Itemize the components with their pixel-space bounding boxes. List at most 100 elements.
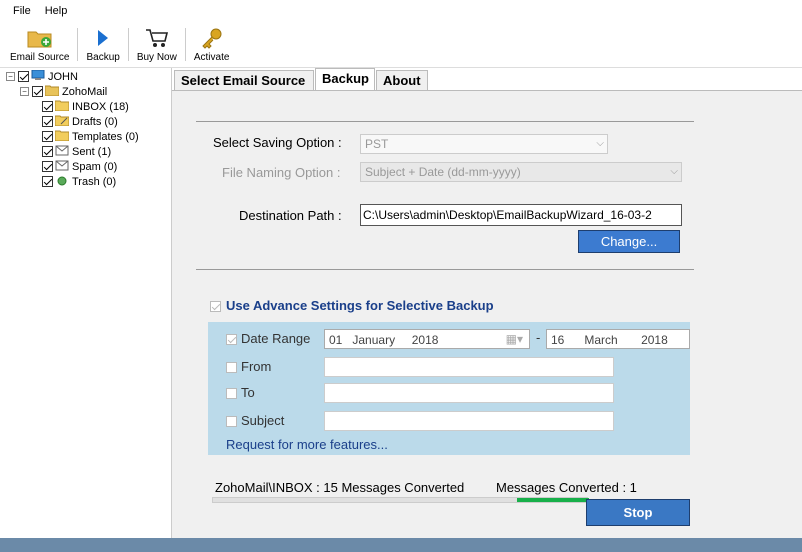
saving-option-value: PST: [365, 137, 389, 151]
tree-folder-trash[interactable]: Trash (0): [42, 174, 116, 189]
stop-button[interactable]: Stop: [586, 499, 690, 526]
checkbox[interactable]: [32, 86, 43, 97]
advance-settings-checkbox[interactable]: [210, 301, 221, 312]
collapse-icon[interactable]: −: [20, 87, 29, 96]
checkbox[interactable]: [42, 101, 53, 112]
date-from-month: January: [352, 333, 396, 347]
checkbox[interactable]: [18, 71, 29, 82]
tab-backup[interactable]: Backup: [315, 68, 375, 90]
file-naming-label: File Naming Option :: [222, 165, 341, 180]
advanced-settings-panel: Date Range 01 January 2018 ▦▾ - 16 March…: [208, 322, 690, 455]
folder-tree: − JOHN − ZohoMail INBOX (18) Drafts (0) …: [0, 68, 172, 538]
tree-root-label: JOHN: [48, 70, 78, 83]
tree-folder-drafts[interactable]: Drafts (0): [42, 114, 118, 129]
toolbar-divider: [127, 28, 129, 61]
backup-label: Backup: [86, 52, 120, 63]
key-icon: [199, 26, 225, 50]
divider: [196, 269, 694, 270]
tab-strip: Select Email Source Backup About: [172, 68, 802, 90]
backup-panel: Select Saving Option : PST ⌵ File Naming…: [172, 90, 802, 538]
checkbox[interactable]: [42, 116, 53, 127]
menu-bar: File Help: [0, 0, 802, 22]
conversion-status: ZohoMail\INBOX : 15 Messages Converted: [215, 480, 465, 495]
toolbar-divider: [184, 28, 186, 61]
tab-about[interactable]: About: [376, 70, 428, 90]
menu-file[interactable]: File: [6, 5, 38, 17]
divider: [196, 121, 694, 122]
trash-icon: [55, 175, 72, 189]
destination-path-input[interactable]: C:\Users\admin\Desktop\EmailBackupWizard…: [360, 204, 682, 226]
spam-icon: [55, 160, 72, 174]
toolbar-divider: [77, 28, 79, 61]
date-separator: -: [536, 330, 541, 345]
folder-add-icon: [27, 26, 53, 50]
buy-now-label: Buy Now: [136, 52, 177, 63]
collapse-icon[interactable]: −: [6, 72, 15, 81]
cart-icon: [144, 26, 170, 50]
tree-folder-label: Templates (0): [72, 130, 139, 143]
from-input[interactable]: [324, 357, 614, 377]
to-label: To: [241, 385, 255, 400]
toolbar: Email Source Backup Buy Now Activate: [0, 22, 802, 68]
tree-folder-label: INBOX (18): [72, 100, 129, 113]
buy-now-button[interactable]: Buy Now: [131, 22, 183, 67]
tree-account[interactable]: − ZohoMail: [20, 84, 107, 99]
menu-help[interactable]: Help: [38, 5, 75, 17]
tree-folder-label: Spam (0): [72, 160, 118, 173]
checkbox[interactable]: [42, 131, 53, 142]
saving-option-label: Select Saving Option :: [213, 135, 342, 150]
date-from-year: 2018: [411, 333, 439, 347]
tree-folder-spam[interactable]: Spam (0): [42, 159, 117, 174]
calendar-icon[interactable]: ▦▾: [506, 332, 523, 346]
sent-icon: [55, 145, 72, 159]
to-input[interactable]: [324, 383, 614, 403]
tree-folder-templates[interactable]: Templates (0): [42, 129, 139, 144]
tab-select-email-source[interactable]: Select Email Source: [174, 70, 314, 90]
tree-root[interactable]: − JOHN: [6, 69, 78, 84]
tree-folder-sent[interactable]: Sent (1): [42, 144, 111, 159]
chevron-down-icon: ⌵: [596, 138, 604, 149]
date-to-picker[interactable]: 16 March 2018: [546, 329, 690, 349]
messages-converted: Messages Converted : 1: [496, 480, 637, 495]
to-checkbox[interactable]: [226, 388, 237, 399]
advance-settings-label: Use Advance Settings for Selective Backu…: [226, 298, 494, 313]
tree-account-label: ZohoMail: [62, 85, 108, 98]
email-source-label: Email Source: [10, 52, 70, 63]
file-naming-select[interactable]: Subject + Date (dd-mm-yyyy) ⌵: [360, 162, 682, 182]
backup-button[interactable]: Backup: [80, 22, 125, 67]
from-checkbox[interactable]: [226, 362, 237, 373]
checkbox[interactable]: [42, 146, 53, 157]
checkbox[interactable]: [42, 161, 53, 172]
request-features-link[interactable]: Request for more features...: [226, 437, 388, 452]
subject-input[interactable]: [324, 411, 614, 431]
folder-icon: [54, 130, 72, 144]
progress-fill: [517, 498, 589, 502]
date-to-month: March: [584, 333, 618, 347]
folder-icon: [44, 85, 62, 99]
date-from-day: 01: [329, 333, 343, 347]
activate-label: Activate: [193, 52, 230, 63]
progress-bar: [212, 497, 589, 503]
date-range-label: Date Range: [241, 331, 311, 346]
file-naming-value: Subject + Date (dd-mm-yyyy): [365, 165, 521, 179]
destination-label: Destination Path :: [239, 208, 342, 223]
subject-checkbox[interactable]: [226, 416, 237, 427]
date-to-day: 16: [551, 333, 565, 347]
drafts-icon: [54, 115, 72, 129]
tree-folder-inbox[interactable]: INBOX (18): [42, 99, 129, 114]
saving-option-select[interactable]: PST ⌵: [360, 134, 608, 154]
computer-icon: [31, 69, 48, 84]
email-source-button[interactable]: Email Source: [4, 22, 75, 67]
play-arrow-icon: [90, 26, 116, 50]
tree-folder-label: Trash (0): [72, 175, 117, 188]
activate-button[interactable]: Activate: [188, 22, 236, 67]
date-from-picker[interactable]: 01 January 2018 ▦▾: [324, 329, 530, 349]
checkbox[interactable]: [42, 176, 53, 187]
tree-folder-label: Drafts (0): [72, 115, 118, 128]
tree-folder-label: Sent (1): [72, 145, 112, 158]
change-button[interactable]: Change...: [578, 230, 680, 253]
chevron-down-icon: ⌵: [670, 166, 678, 177]
folder-icon: [54, 100, 72, 114]
date-range-checkbox[interactable]: [226, 334, 237, 345]
subject-label: Subject: [241, 413, 285, 428]
